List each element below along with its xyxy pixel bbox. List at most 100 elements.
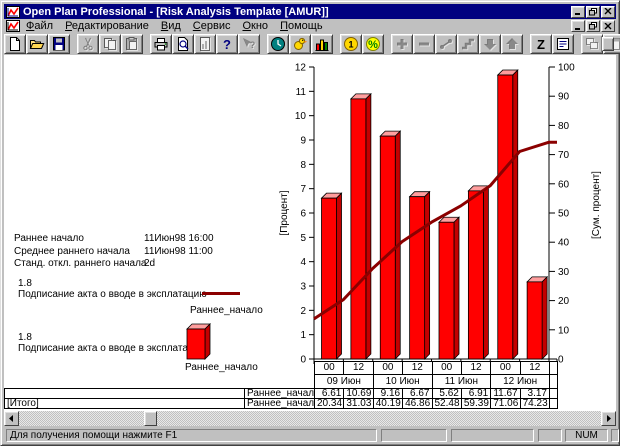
scroll-right-button[interactable] [601,411,616,426]
svg-text:50: 50 [558,209,570,220]
svg-text:60: 60 [558,179,570,190]
sort-z-button[interactable]: Z [530,34,552,54]
add-icon [394,36,410,52]
resource-bird-icon [292,36,308,52]
menu-item-1[interactable]: Редактирование [59,20,155,32]
svg-text:6: 6 [300,209,306,220]
svg-text:Z: Z [537,37,545,52]
notes-button[interactable] [552,34,574,54]
close-button[interactable] [601,6,615,18]
toolbar-overflow-button[interactable] [602,37,614,51]
value-cell: 20.34 [314,398,344,409]
paste-icon [124,36,140,52]
print-preview-icon [175,36,191,52]
paste-button [121,34,143,54]
menu-item-2[interactable]: Вид [155,20,187,32]
status-bar: Для получения помощи нажмите F1 NUM [4,427,616,444]
document-window-icon [6,20,20,32]
svg-text:7: 7 [300,184,306,195]
status-message: Для получения помощи нажмите F1 [6,429,377,442]
day-header-cell: 11 Июн [432,374,492,389]
svg-text:2: 2 [300,306,306,317]
open-folder-button[interactable] [26,34,48,54]
legend-line-value: 1.8 [18,278,32,289]
scroll-left-button[interactable] [4,411,19,426]
context-help-icon: ? [241,36,257,52]
arrow-left-icon [8,415,15,422]
total-group-cell: [Итого] [4,398,245,409]
minimize-button[interactable] [571,6,585,18]
svg-text:?: ? [250,40,256,50]
day-header-extra-cell [549,374,558,389]
status-panel-3 [538,429,562,442]
help-button[interactable]: ? [216,34,238,54]
print-button[interactable] [150,34,172,54]
child-restore-button[interactable] [586,20,600,32]
series-name-cell: Раннее_начало [244,398,315,409]
svg-text:30: 30 [558,267,570,278]
svg-text:70: 70 [558,150,570,161]
menu-item-4[interactable]: Окно [236,20,274,32]
value-cell: 46.86 [402,398,432,409]
horizontal-scrollbar[interactable] [4,411,616,426]
clock-button[interactable] [267,34,289,54]
link-button [435,34,457,54]
save-button[interactable] [48,34,70,54]
svg-text:8: 8 [300,160,306,171]
open-folder-icon [29,36,45,52]
title-bar: Open Plan Professional - [Risk Analysis … [4,4,616,19]
save-icon [51,36,67,52]
copy-icon [102,36,118,52]
percent-button[interactable]: % [362,34,384,54]
stats-label: Раннее начало [14,233,144,244]
hour-header-cell: 00 [314,361,344,375]
stats-value: 11Июн98 16:00 [144,233,214,244]
toolbar-group-4: 1% [340,34,384,54]
steps-icon [460,36,476,52]
svg-text:1: 1 [300,330,306,341]
stats-label: Станд. откл. раннего начала [14,258,144,269]
svg-text:1: 1 [348,40,353,50]
scrollbar-thumb[interactable] [144,411,157,426]
steps-button [457,34,479,54]
svg-text:20: 20 [558,296,570,307]
hour-header-cell: 12 [520,361,550,375]
remove-button [413,34,435,54]
hour-header-cell: 12 [402,361,432,375]
new-document-button[interactable] [4,34,26,54]
cut-button [77,34,99,54]
context-help-button: ? [238,34,260,54]
cost-coin-button[interactable]: 1 [340,34,362,54]
hour-header-cell: 12 [343,361,373,375]
arrow-right-icon [605,415,612,422]
value-extra-cell [549,398,558,409]
percent-icon: % [365,36,381,52]
close-icon [604,23,612,30]
resource-bird-button[interactable] [289,34,311,54]
toolbar-group-1 [77,34,143,54]
status-panel-4 [611,429,619,442]
menu-item-0[interactable]: Файл [20,20,59,32]
remove-icon [416,36,432,52]
svg-text:100: 100 [558,63,575,74]
histogram-button[interactable] [311,34,333,54]
legend-line-series: Раннее_начало [190,305,263,316]
restore-button[interactable] [586,6,600,18]
hour-header-cell: 00 [373,361,403,375]
svg-text:90: 90 [558,92,570,103]
status-panel-2 [451,429,534,442]
hour-header-cell: 00 [432,361,462,375]
print-preview-button[interactable] [172,34,194,54]
menu-item-3[interactable]: Сервис [187,20,237,32]
value-cell: 52.48 [432,398,462,409]
minimize-icon [574,23,582,30]
child-minimize-button[interactable] [571,20,585,32]
stats-label: Среднее раннего начала [14,246,144,257]
svg-text:10: 10 [295,111,307,122]
svg-text:?: ? [223,37,231,52]
menu-item-5[interactable]: Помощь [274,20,329,32]
child-close-button[interactable] [601,20,615,32]
hour-header-extra-cell [549,361,558,375]
minimize-icon [574,8,582,15]
toolbar-group-2: ?? [150,34,260,54]
